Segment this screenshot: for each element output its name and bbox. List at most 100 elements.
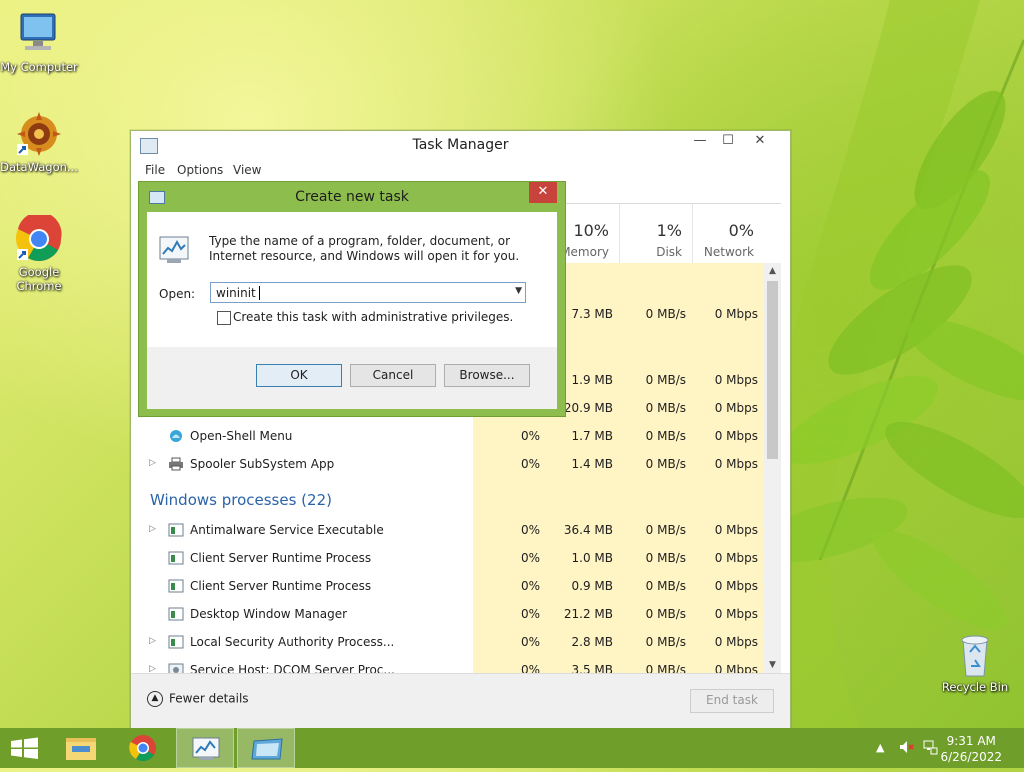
chevron-down-icon[interactable]: ▼ (515, 286, 522, 296)
taskbar: ▲ 9:31 AM 6/26/2022 (0, 728, 1024, 768)
process-name: Service Host: DCOM Server Proc... (190, 663, 395, 673)
menu-view[interactable]: View (233, 163, 261, 177)
expand-chevron-icon[interactable]: ▷ (149, 664, 156, 673)
scroll-down-icon[interactable]: ▼ (764, 657, 781, 673)
desktop-icon-datawagon[interactable]: DataWagon... (0, 110, 78, 174)
cpu-cell: 0% (520, 635, 540, 649)
show-hidden-icons-chevron-icon[interactable]: ▲ (876, 741, 884, 754)
menu-bar: File Options View (131, 159, 790, 181)
run-dialog-icon[interactable] (237, 728, 295, 768)
task-manager-titlebar[interactable]: Task Manager — ☐ ✕ (131, 131, 790, 159)
group-title-windows-processes[interactable]: Windows processes (22) (150, 491, 332, 509)
start-button[interactable] (0, 728, 58, 768)
table-row[interactable]: Desktop Window Manager 0% 21.2 MB 0 MB/s… (138, 601, 765, 629)
printer-icon (168, 457, 184, 471)
cpu-cell: 0% (520, 551, 540, 565)
dialog-body: Type the name of a program, folder, docu… (147, 212, 557, 409)
desktop-icon-recycle-bin[interactable]: Recycle Bin (936, 630, 1014, 694)
process-name: Spooler SubSystem App (190, 457, 335, 471)
close-button[interactable]: ✕ (745, 131, 775, 153)
disk-cell: 0 MB/s (645, 579, 686, 593)
desktop-icon-label: DataWagon... (0, 160, 78, 174)
chrome-icon[interactable] (114, 728, 172, 768)
desktop-icon-label: Recycle Bin (941, 680, 1009, 694)
clock-date: 6/26/2022 (940, 750, 1002, 764)
table-row[interactable]: Open-Shell Menu 0% 1.7 MB 0 MB/s 0 Mbps (138, 423, 765, 451)
process-name: Local Security Authority Process... (190, 635, 395, 649)
expand-chevron-icon[interactable]: ▷ (149, 458, 156, 468)
clock-time: 9:31 AM (946, 734, 996, 748)
task-manager-icon[interactable] (176, 728, 234, 768)
disk-cell: 0 MB/s (645, 635, 686, 649)
network-cell: 0 Mbps (714, 579, 758, 593)
memory-cell: 21.2 MB (563, 607, 613, 621)
dialog-close-button[interactable]: ✕ (529, 182, 557, 203)
network-cell: 0 Mbps (714, 401, 758, 415)
desktop-icon-google-chrome[interactable]: Google Chrome (0, 211, 78, 293)
dialog-titlebar[interactable]: Create new task ✕ (139, 182, 565, 210)
dialog-description: Type the name of a program, folder, docu… (209, 234, 520, 263)
scroll-up-icon[interactable]: ▲ (764, 263, 781, 279)
open-combobox[interactable]: wininit ▼ (210, 282, 526, 303)
open-input-value[interactable]: wininit (216, 286, 256, 300)
cancel-button[interactable]: Cancel (350, 364, 436, 387)
maximize-button[interactable]: ☐ (713, 131, 743, 153)
fewer-details-button[interactable]: ▲ Fewer details (147, 691, 249, 707)
text-caret (259, 286, 260, 300)
cpu-cell: 0% (520, 579, 540, 593)
expand-chevron-icon[interactable]: ▷ (149, 524, 156, 534)
cpu-cell: 0% (520, 457, 540, 471)
disk-percent: 1% (656, 221, 682, 240)
disk-cell: 0 MB/s (645, 663, 686, 673)
table-row[interactable]: ▷ Local Security Authority Process... 0%… (138, 629, 765, 657)
datawagon-icon (15, 110, 63, 158)
process-window-icon (168, 607, 184, 621)
table-row[interactable]: ▷ Spooler SubSystem App 0% 1.4 MB 0 MB/s… (138, 451, 765, 479)
ok-button[interactable]: OK (256, 364, 342, 387)
process-window-icon (168, 523, 184, 537)
chevron-up-icon: ▲ (147, 691, 163, 707)
memory-label: Memory (560, 245, 609, 259)
network-icon[interactable] (922, 739, 938, 758)
table-row[interactable]: Client Server Runtime Process 0% 1.0 MB … (138, 545, 765, 573)
file-explorer-icon[interactable] (52, 728, 110, 768)
menu-file[interactable]: File (145, 163, 165, 177)
column-header-disk[interactable]: 1% Disk (619, 203, 692, 263)
network-cell: 0 Mbps (714, 523, 758, 537)
menu-options[interactable]: Options (177, 163, 223, 177)
admin-privileges-checkbox[interactable] (217, 311, 231, 325)
process-name: Antimalware Service Executable (190, 523, 384, 537)
minimize-button[interactable]: — (685, 131, 715, 153)
dialog-button-area: OK Cancel Browse... (147, 347, 557, 409)
memory-cell: 3.5 MB (571, 663, 613, 673)
column-header-network[interactable]: 0% Network (692, 203, 764, 263)
clock[interactable]: 9:31 AM 6/26/2022 (940, 733, 1002, 765)
create-new-task-dialog: Create new task ✕ Type the name of a pro… (138, 181, 566, 417)
memory-cell: 1.4 MB (571, 457, 613, 471)
disk-label: Disk (656, 245, 682, 259)
desktop-icon-label: Google Chrome (16, 265, 62, 293)
chrome-icon (15, 211, 63, 263)
disk-cell: 0 MB/s (645, 523, 686, 537)
memory-percent: 10% (573, 221, 609, 240)
disk-cell: 0 MB/s (645, 373, 686, 387)
browse-button[interactable]: Browse... (444, 364, 530, 387)
cpu-cell: 0% (520, 429, 540, 443)
cpu-cell: 0% (520, 523, 540, 537)
network-cell: 0 Mbps (714, 373, 758, 387)
expand-chevron-icon[interactable]: ▷ (149, 636, 156, 646)
speaker-muted-icon[interactable] (898, 739, 914, 758)
memory-cell: 2.8 MB (571, 635, 613, 649)
end-task-button[interactable]: End task (690, 689, 774, 713)
table-row[interactable]: ▷ Antimalware Service Executable 0% 36.4… (138, 517, 765, 545)
table-row[interactable]: Client Server Runtime Process 0% 0.9 MB … (138, 573, 765, 601)
table-row[interactable]: ▷ Service Host: DCOM Server Proc... 0% 3… (138, 657, 765, 673)
network-cell: 0 Mbps (714, 607, 758, 621)
process-name: Desktop Window Manager (190, 607, 348, 621)
recycle-bin-icon (951, 630, 999, 678)
vertical-scrollbar[interactable]: ▲ ▼ (764, 263, 781, 673)
desktop-icon-my-computer[interactable]: My Computer (0, 10, 78, 74)
admin-privileges-label[interactable]: Create this task with administrative pri… (233, 310, 513, 324)
process-name: Client Server Runtime Process (190, 551, 372, 565)
scrollbar-thumb[interactable] (767, 281, 778, 459)
